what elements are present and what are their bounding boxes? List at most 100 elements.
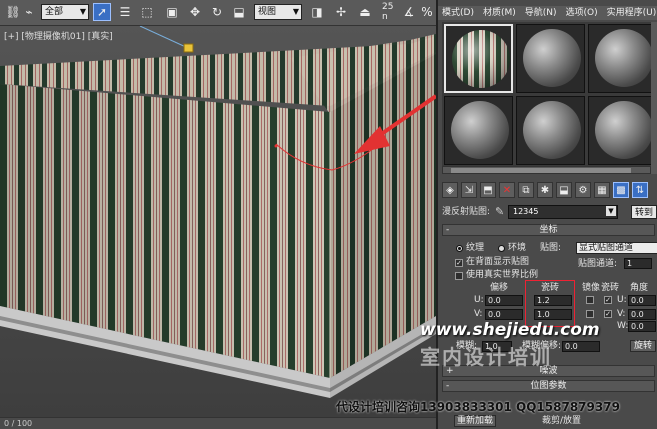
show-shaded-map-icon[interactable]: ▩ bbox=[613, 182, 629, 198]
slots-horizontal-scrollbar[interactable] bbox=[442, 166, 651, 174]
mapping-select[interactable]: 显式贴图通道 bbox=[576, 242, 657, 254]
material-preview-sphere bbox=[595, 29, 653, 87]
reset-material-icon[interactable]: ✕ bbox=[499, 182, 515, 198]
pivot-center-icon[interactable]: ◨ bbox=[308, 3, 326, 21]
map-name-row: 漫反射贴图: ✎ 12345 ▼ 转到 bbox=[438, 205, 657, 219]
environment-radio[interactable] bbox=[498, 245, 505, 252]
v-angle-label: V: bbox=[617, 309, 626, 319]
material-preview-sphere bbox=[451, 101, 509, 159]
bitmap-title: 位图参数 bbox=[530, 381, 567, 391]
material-preview-sphere bbox=[452, 30, 510, 88]
material-toolbar: ◈ ⇲ ⬒ ✕ ⧉ ✱ ⬓ ⚙ ▦ ▩ ⇅ bbox=[438, 182, 657, 200]
map-channel-label: 贴图通道: bbox=[578, 259, 618, 269]
v-angle-value: 0.0 bbox=[631, 310, 644, 319]
get-material-icon[interactable]: ◈ bbox=[442, 182, 458, 198]
percent-snap-icon[interactable]: % bbox=[418, 3, 436, 21]
snap-sub: n bbox=[382, 12, 388, 22]
blur-offset-spinner[interactable]: 0.0 bbox=[562, 341, 600, 352]
select-manipulate-icon[interactable]: ✢ bbox=[332, 3, 350, 21]
rect-selection-icon[interactable]: ⬚ bbox=[138, 3, 156, 21]
snap-value: 25 bbox=[382, 2, 394, 12]
texture-radio-label: 纹理 bbox=[466, 243, 485, 253]
angle-snap-icon[interactable]: ∡ bbox=[400, 3, 418, 21]
u-mirror-checkbox[interactable] bbox=[586, 296, 594, 304]
slots-vertical-scrollbar[interactable] bbox=[651, 22, 657, 174]
window-crossing-icon[interactable]: ▣ bbox=[163, 3, 181, 21]
texture-radio[interactable] bbox=[456, 245, 463, 252]
assign-material-icon[interactable]: ⬒ bbox=[480, 182, 496, 198]
coordinates-title: 坐标 bbox=[539, 225, 558, 235]
3dsmax-window: ⛓ ⌁ 全部 ▼ ➚ ☰ ⬚ ▣ ✥ ↻ ⬓ 视图 ▼ ◨ ✢ ⏏ 25 n ∡… bbox=[0, 0, 657, 429]
sample-slot-5[interactable] bbox=[516, 96, 585, 165]
sample-slot-2[interactable] bbox=[516, 24, 585, 93]
make-unique-icon[interactable]: ✱ bbox=[537, 182, 553, 198]
coordinates-rollout-header[interactable]: - 坐标 bbox=[442, 224, 655, 236]
bitmap-rollout-header[interactable]: - 位图参数 bbox=[442, 380, 655, 392]
show-map-on-back-checkbox[interactable]: ✓ bbox=[455, 259, 463, 267]
blur-offset-value: 0.0 bbox=[565, 342, 578, 351]
menu-options[interactable]: 选项(O) bbox=[566, 6, 598, 20]
show-end-result-icon[interactable]: ⇅ bbox=[632, 182, 648, 198]
selection-filter-select[interactable]: 全部 ▼ bbox=[41, 4, 89, 20]
select-by-name-icon[interactable]: ☰ bbox=[116, 3, 134, 21]
perspective-viewport[interactable]: [+] [物理摄像机01] [真实] bbox=[0, 26, 436, 417]
w-angle-spinner[interactable]: 0.0 bbox=[628, 321, 656, 332]
scale-icon[interactable]: ⬓ bbox=[230, 3, 248, 21]
mapping-value: 显式贴图通道 bbox=[579, 243, 634, 253]
menu-navigation[interactable]: 导航(N) bbox=[525, 6, 557, 20]
sample-slot-3[interactable] bbox=[588, 24, 657, 93]
sample-slot-6[interactable] bbox=[588, 96, 657, 165]
collapse-icon: - bbox=[446, 381, 450, 391]
u-tile-checkbox[interactable]: ✓ bbox=[604, 296, 612, 304]
chevron-down-icon[interactable]: ▼ bbox=[606, 206, 616, 216]
map-channel-spinner[interactable]: 1 bbox=[624, 258, 652, 269]
select-object-icon[interactable]: ➚ bbox=[93, 3, 111, 21]
v-mirror-checkbox[interactable] bbox=[586, 310, 594, 318]
real-world-scale-checkbox[interactable] bbox=[455, 272, 463, 280]
map-channel-value: 1 bbox=[627, 259, 633, 268]
material-id-icon[interactable]: ⚙ bbox=[575, 182, 591, 198]
reference-coord-select[interactable]: 视图 ▼ bbox=[254, 4, 302, 20]
sample-slot-1[interactable] bbox=[444, 24, 513, 93]
reload-button[interactable]: 重新加载 bbox=[454, 415, 496, 427]
u-angle-label: U: bbox=[617, 295, 627, 305]
show-map-on-back-label: 在背面显示贴图 bbox=[466, 257, 530, 267]
time-slider[interactable]: 0 / 100 bbox=[0, 417, 436, 429]
map-name-value: 12345 bbox=[513, 207, 539, 216]
u-angle-spinner[interactable]: 0.0 bbox=[628, 295, 656, 306]
menu-utilities[interactable]: 实用程序(U) bbox=[607, 6, 657, 20]
rotate-button[interactable]: 旋转 bbox=[630, 340, 656, 352]
u-label: U: bbox=[474, 295, 484, 305]
v-offset-spinner[interactable]: 0.0 bbox=[485, 309, 523, 320]
map-name-field[interactable]: 12345 bbox=[508, 205, 618, 219]
material-preview-sphere bbox=[595, 101, 653, 159]
material-editor-menubar: 模式(D) 材质(M) 导航(N) 选项(O) 实用程序(U) bbox=[438, 6, 657, 20]
v-offset-value: 0.0 bbox=[488, 310, 501, 319]
rotate-icon[interactable]: ↻ bbox=[208, 3, 226, 21]
bind-icon[interactable]: ⌁ bbox=[20, 3, 38, 21]
copy-material-icon[interactable]: ⧉ bbox=[518, 182, 534, 198]
reference-coord-value: 视图 bbox=[258, 7, 277, 17]
mapping-label: 贴图: bbox=[540, 243, 562, 253]
put-to-scene-icon[interactable]: ⇲ bbox=[461, 182, 477, 198]
material-preview-sphere bbox=[523, 101, 581, 159]
viewport-label[interactable]: [+] [物理摄像机01] [真实] bbox=[4, 29, 113, 42]
menu-material[interactable]: 材质(M) bbox=[483, 6, 516, 20]
main-toolbar: ⛓ ⌁ 全部 ▼ ➚ ☰ ⬚ ▣ ✥ ↻ ⬓ 视图 ▼ ◨ ✢ ⏏ 25 n ∡… bbox=[0, 0, 436, 26]
v-angle-spinner[interactable]: 0.0 bbox=[628, 309, 656, 320]
move-icon[interactable]: ✥ bbox=[186, 3, 204, 21]
snap-toggle[interactable]: 25 n bbox=[382, 2, 393, 22]
scrollbar-thumb[interactable] bbox=[451, 168, 631, 173]
show-in-viewport-icon[interactable]: ▦ bbox=[594, 182, 610, 198]
eyedropper-icon[interactable]: ✎ bbox=[495, 205, 504, 219]
put-to-library-icon[interactable]: ⬓ bbox=[556, 182, 572, 198]
u-offset-spinner[interactable]: 0.0 bbox=[485, 295, 523, 306]
sample-slot-4[interactable] bbox=[444, 96, 513, 165]
u-offset-value: 0.0 bbox=[488, 296, 501, 305]
keyboard-shortcut-icon[interactable]: ⏏ bbox=[356, 3, 374, 21]
goto-parent-button[interactable]: 转到 bbox=[631, 205, 657, 219]
map-label: 漫反射贴图: bbox=[442, 207, 491, 217]
v-tile-checkbox[interactable]: ✓ bbox=[604, 310, 612, 318]
menu-mode[interactable]: 模式(D) bbox=[442, 6, 474, 20]
offset-header: 偏移 bbox=[490, 283, 509, 293]
